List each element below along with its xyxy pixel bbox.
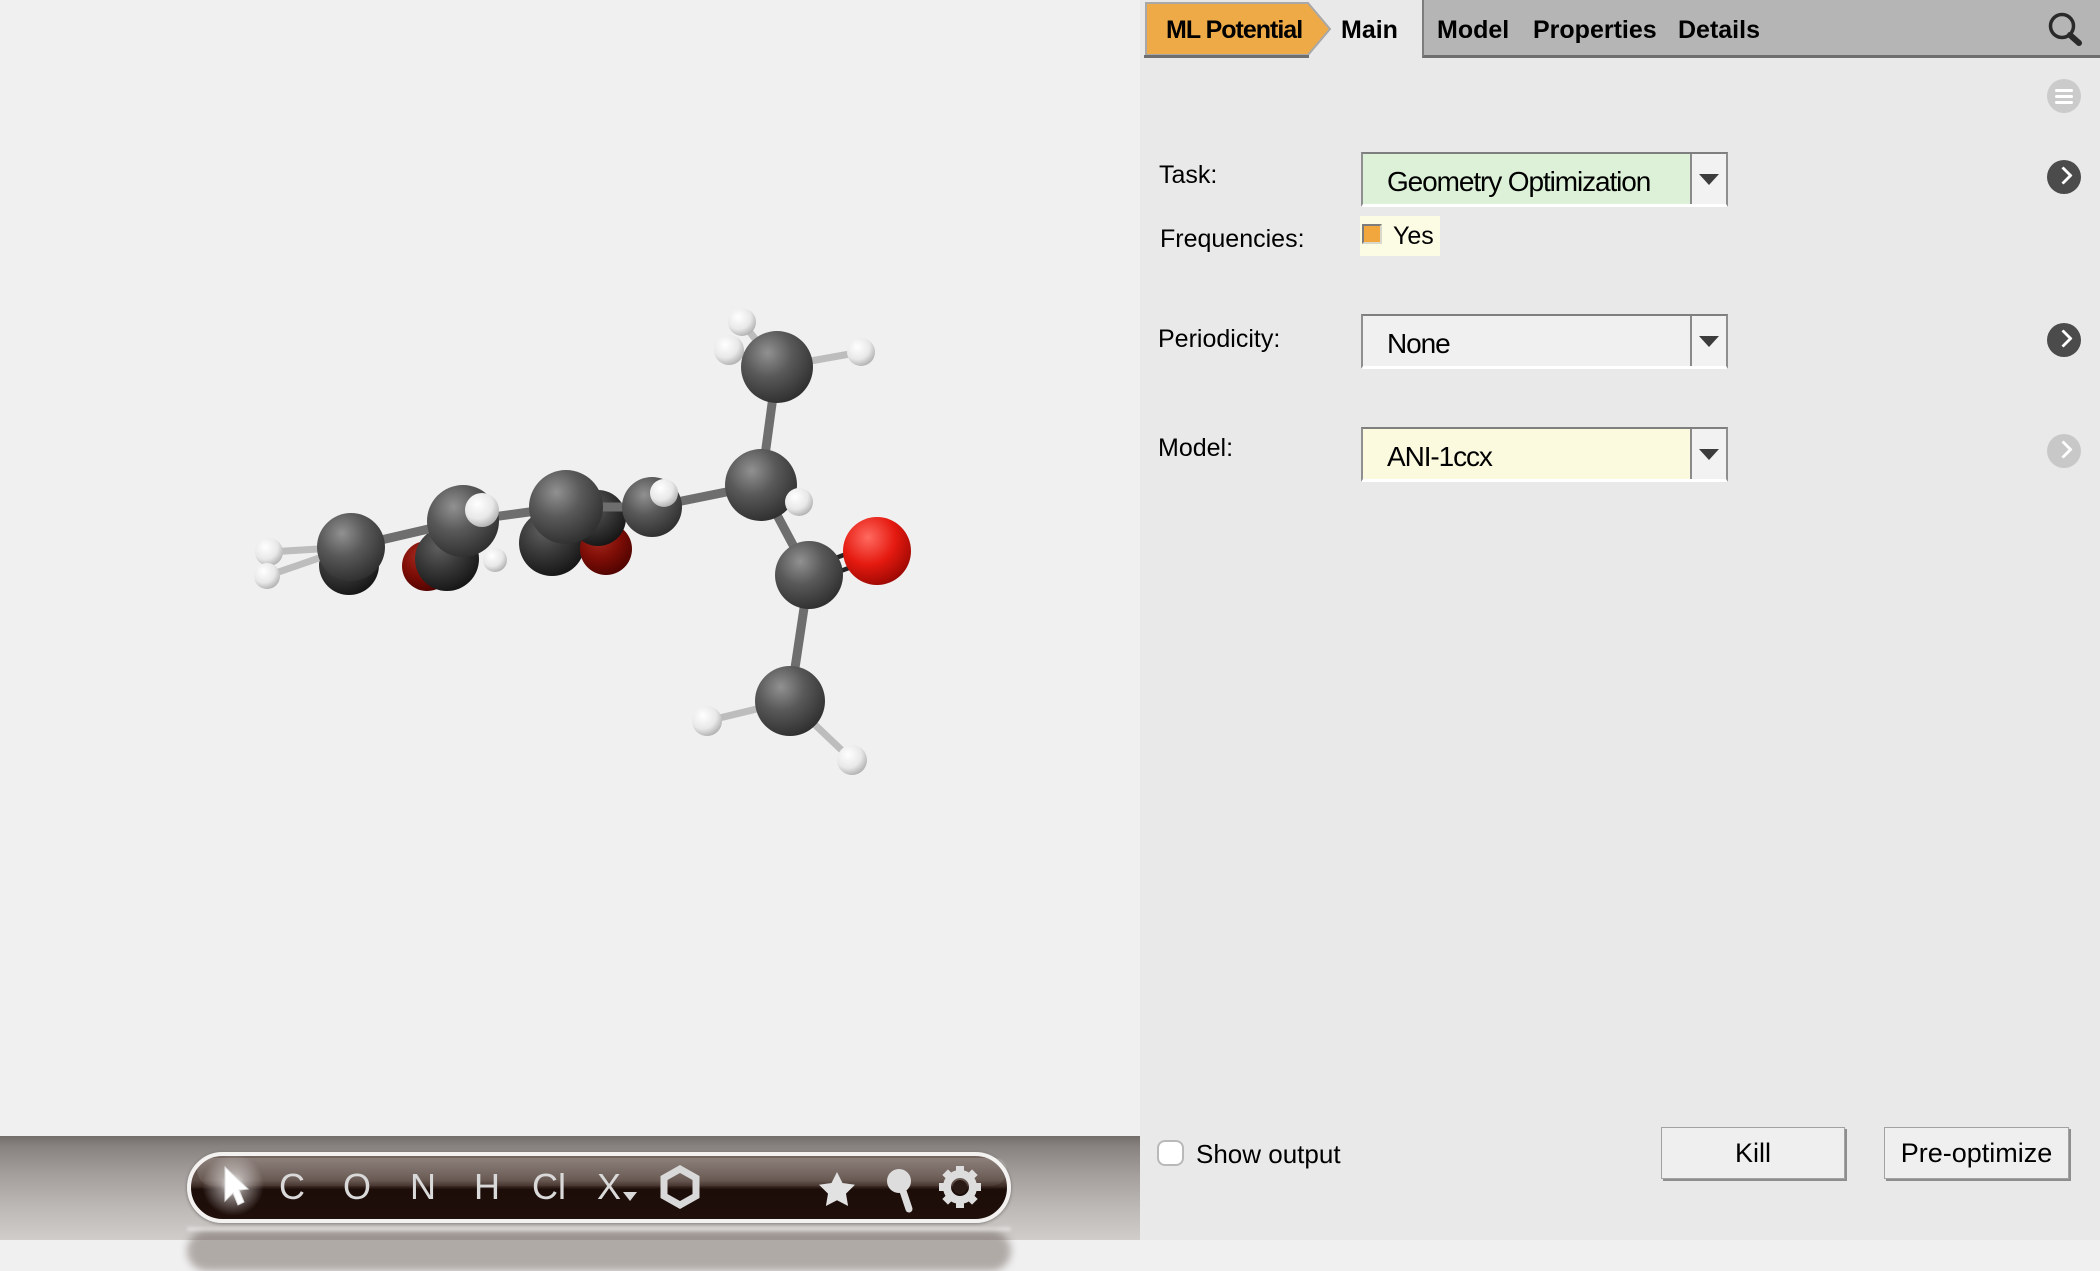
svg-text:Cl: Cl bbox=[532, 1166, 566, 1207]
svg-text:X: X bbox=[597, 1166, 621, 1207]
svg-text:H: H bbox=[474, 1166, 500, 1207]
svg-text:O: O bbox=[343, 1166, 371, 1207]
svg-text:N: N bbox=[410, 1166, 436, 1207]
svg-text:C: C bbox=[279, 1166, 305, 1207]
